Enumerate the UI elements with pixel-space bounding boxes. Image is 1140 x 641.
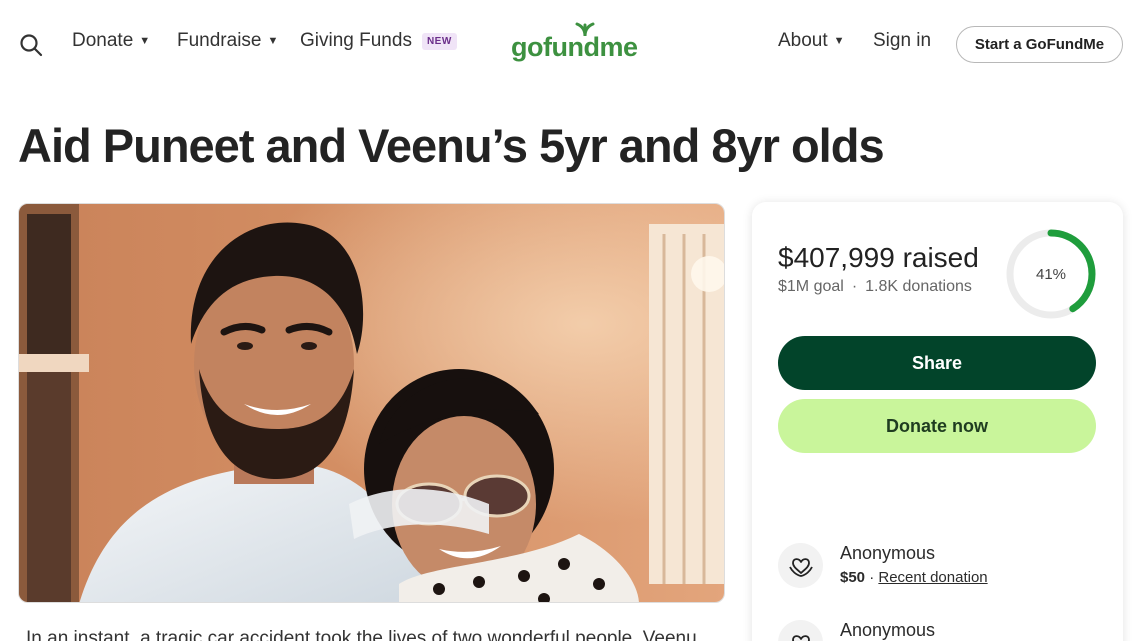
nav-giving-funds[interactable]: Giving Funds NEW xyxy=(300,30,457,52)
caret-down-icon: ▼ xyxy=(833,35,845,47)
caret-down-icon: ▼ xyxy=(139,35,151,47)
donor-details: $50 · Recent donation xyxy=(840,569,988,586)
heart-hands-icon xyxy=(778,620,823,641)
recent-donor-item: Anonymous $50 · Recent donation xyxy=(778,543,1108,593)
new-badge: NEW xyxy=(421,32,457,50)
sign-in-link[interactable]: Sign in xyxy=(873,30,931,52)
donation-amount: $50 xyxy=(840,569,866,586)
nav-about[interactable]: About ▼ xyxy=(778,30,845,52)
nav-donate-label: Donate xyxy=(72,30,134,51)
campaign-title: Aid Puneet and Veenu’s 5yr and 8yr olds xyxy=(18,119,885,172)
nav-fundraise-label: Fundraise xyxy=(177,30,262,51)
donor-separator: · xyxy=(869,569,875,586)
sign-in-label: Sign in xyxy=(873,30,932,51)
share-button[interactable]: Share xyxy=(778,336,1096,390)
donate-now-button[interactable]: Donate now xyxy=(778,399,1096,453)
campaign-photo[interactable] xyxy=(18,203,725,603)
donor-name: Anonymous xyxy=(840,543,936,563)
caret-down-icon: ▼ xyxy=(267,35,279,47)
progress-percent-label: 41% xyxy=(1035,265,1067,283)
donor-name: Anonymous xyxy=(840,620,936,640)
gofundme-logo[interactable]: gofundme xyxy=(511,22,638,66)
heart-hands-icon xyxy=(778,543,823,588)
nav-giving-funds-label: Giving Funds xyxy=(300,30,412,51)
meta-separator: · xyxy=(851,278,858,295)
couple-photo-illustration xyxy=(19,204,724,602)
site-header: Donate ▼ Fundraise ▼ Giving Funds NEW go… xyxy=(0,0,1140,88)
campaign-story-preview: In an instant, a tragic car accident too… xyxy=(26,628,697,641)
recent-donor-item: Anonymous xyxy=(778,620,1108,641)
amount-raised: $407,999 raised xyxy=(778,242,979,273)
donation-card: $407,999 raised $1M goal · 1.8K donations … xyxy=(752,202,1123,641)
nav-about-label: About xyxy=(778,30,828,51)
start-gofundme-button[interactable]: Start a GoFundMe xyxy=(956,26,1123,63)
goal-amount: $1M goal xyxy=(778,278,844,295)
recent-donation-link[interactable]: Recent donation xyxy=(878,569,987,586)
search-icon[interactable] xyxy=(19,33,43,57)
nav-fundraise[interactable]: Fundraise ▼ xyxy=(177,30,278,52)
logo-text: gofundme xyxy=(511,32,638,62)
nav-donate[interactable]: Donate ▼ xyxy=(72,30,150,52)
goal-and-donations: $1M goal · 1.8K donations xyxy=(778,278,972,296)
donation-count: 1.8K donations xyxy=(865,278,972,295)
